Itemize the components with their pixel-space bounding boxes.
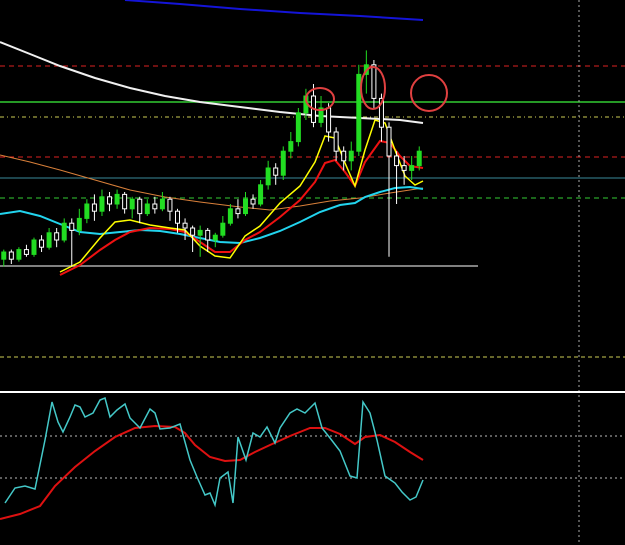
candle-bull [227,208,233,224]
candle-bear [8,251,14,260]
candle-bull [1,251,7,260]
candle-bull [114,193,120,205]
annotations [305,66,448,112]
candle-bull [212,234,218,241]
candle-bull [295,112,301,143]
candle-bear [333,131,339,152]
candle-bull [197,229,203,236]
candle-bear [401,165,407,171]
candle-bear [182,222,188,229]
oscillator-pane [0,396,625,520]
candle-bear [326,107,332,133]
candle-bear [91,203,97,212]
candle-bear [175,210,181,224]
candle-bear [122,193,128,210]
candle-bull [129,198,135,210]
candle-bull [409,165,415,171]
candle-bear [235,208,241,215]
candle-bull [265,167,271,186]
candle-bull [348,150,354,162]
candle-bull [61,222,67,241]
candle-bull [280,150,286,176]
candle-bear [69,222,75,231]
candle-bear [273,167,279,176]
candle-bear [371,64,377,99]
candle-bull [84,203,90,219]
annotation-circle-left [305,87,335,111]
candle-bear [137,198,143,215]
candle-bear [190,227,196,236]
candle-bear [39,239,45,248]
red-ema-line [59,139,424,276]
annotation-circle-right [410,74,448,112]
candle-bull [76,217,82,231]
candle-bear [107,196,113,205]
candlestick-series [1,50,422,267]
candle-bull [159,198,165,210]
candle-bear [250,198,256,205]
candle-bull [258,184,264,205]
candle-bear [341,150,347,162]
candle-bull [31,239,37,255]
candle-bull [144,203,150,215]
trading-chart [0,0,625,545]
candle-bull [220,222,226,236]
candle-bear [394,155,400,167]
orange-ma-line [0,154,424,211]
candle-bear [152,203,158,210]
candle-bull [416,150,422,167]
osc-main-line [4,396,424,508]
candle-bear [205,229,211,241]
candle-bull [16,249,22,260]
candle-bull [46,232,52,248]
chart-canvas [0,0,625,545]
candle-bull [242,198,248,215]
candle-bear [54,232,60,241]
candle-bull [288,141,294,152]
candle-bear [167,198,173,212]
candle-bear [386,126,392,157]
blue-ma-line [124,0,424,21]
candle-bull [99,196,105,212]
candle-bear [23,249,29,255]
price-levels [0,0,625,545]
